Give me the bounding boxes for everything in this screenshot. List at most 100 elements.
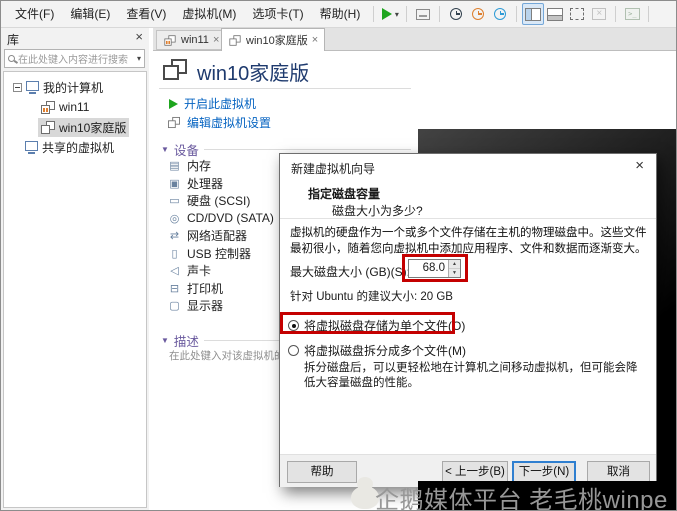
tree-item-win10-home[interactable]: win10家庭版 [4,117,146,137]
device-row-printer[interactable]: ⊟ 打印机 [167,280,274,298]
menu-edit[interactable]: 编辑(E) [62,1,118,27]
computer-icon [26,81,39,94]
sound-card-icon: ◁ [170,265,179,278]
device-row-processor[interactable]: ▣ 处理器 [167,175,274,193]
device-row-cd-dvd[interactable]: ◎ CD/DVD (SATA) [167,210,274,228]
device-row-network-adapter[interactable]: ⇄ 网络适配器 [167,227,274,245]
play-icon [169,98,178,109]
device-list: ▤ 内存 ▣ 处理器 ▭ 硬盘 (SCSI) ◎ CD/DVD (SATA) ⇄ 网络适配… [167,157,274,315]
thumbnail-bar-toggle-button[interactable] [544,3,566,25]
toolbar-separator [615,6,617,22]
edit-vm-settings-link[interactable]: 编辑虚拟机设置 [167,114,271,131]
menu-file[interactable]: 文件(F) [7,1,62,27]
radio-checked-icon[interactable] [288,320,299,331]
device-label: 显示器 [187,299,224,314]
spinner-up-icon[interactable]: ▲ [449,260,460,269]
tab-label: win11 [181,34,209,46]
tab-win10-home[interactable]: win10家庭版 × [221,28,326,51]
tree-item-my-computer[interactable]: 我的计算机 [4,77,146,97]
help-button[interactable]: 帮助 [287,461,357,483]
tree-item-label: win10家庭版 [59,120,127,135]
power-on-vm-link[interactable]: 开启此虚拟机 [169,95,256,112]
unity-mode-icon: × [592,8,607,20]
search-placeholder: 在此处键入内容进行搜索 [18,55,128,66]
dialog-close-icon[interactable]: × [635,157,644,174]
revert-snapshot-icon [472,8,485,20]
spinner-down-icon[interactable]: ▼ [449,269,460,277]
menu-view[interactable]: 查看(V) [118,1,174,27]
unity-mode-button[interactable]: × [588,3,610,25]
radio-single-file-label: 将虚拟磁盘存储为单个文件(O) [304,319,466,333]
device-row-display[interactable]: ▢ 显示器 [167,297,274,315]
radio-store-single-file[interactable]: 将虚拟磁盘存储为单个文件(O) [288,317,465,334]
library-header: 库 × [1,28,149,48]
tree-item-win11[interactable]: win11 [4,97,146,117]
hard-disk-icon: ▭ [169,195,180,208]
network-adapter-icon: ⇄ [169,230,180,243]
toolbar-separator [406,6,408,22]
max-disk-size-spinner[interactable]: 68.0 ▲ ▼ [408,259,461,278]
max-disk-size-value[interactable]: 68.0 [409,260,448,277]
radio-unchecked-icon[interactable] [288,345,299,356]
printer-icon: ⊟ [169,282,180,295]
thumbnail-bar-toggle-icon [547,7,564,21]
radio-split-multiple-files[interactable]: 将虚拟磁盘拆分成多个文件(M) [288,342,466,359]
divider [159,88,411,89]
device-label: 网络适配器 [187,229,248,244]
watermark-text: 企鹅媒体平台 老毛桃winpe [375,487,668,511]
menu-bar: 文件(F) 编辑(E) 查看(V) 虚拟机(M) 选项卡(T) 帮助(H) ▾ [1,1,676,28]
library-sidebar: 库 × 在此处键入内容进行搜索 ▾ 我的计算机 win11 win10家庭版 共… [1,28,149,510]
take-snapshot-button[interactable] [445,3,467,25]
tab-win11[interactable]: win11 × [156,30,227,50]
tab-close-icon[interactable]: × [213,34,219,46]
tab-close-icon[interactable]: × [312,34,318,46]
revert-snapshot-button[interactable] [467,3,489,25]
shared-computer-icon [25,141,38,154]
vm-icon [41,120,55,134]
device-row-usb-controller[interactable]: ▯ USB 控制器 [167,245,274,263]
dialog-title: 新建虚拟机向导 [291,162,376,176]
device-row-memory[interactable]: ▤ 内存 [167,157,274,175]
device-label: USB 控制器 [187,246,252,261]
fullscreen-button[interactable] [566,3,588,25]
console-view-button[interactable]: >_ [621,3,643,25]
library-search-input[interactable]: 在此处键入内容进行搜索 ▾ [4,49,145,68]
device-row-hard-disk[interactable]: ▭ 硬盘 (SCSI) [167,192,274,210]
vmware-workstation-window: 文件(F) 编辑(E) 查看(V) 虚拟机(M) 选项卡(T) 帮助(H) ▾ [0,0,677,511]
cpu-icon: ▣ [169,177,180,190]
description-placeholder[interactable]: 在此处键入对该虚拟机的描 [169,348,295,363]
manage-snapshots-button[interactable] [489,3,511,25]
search-dropdown-icon[interactable]: ▾ [137,54,141,63]
device-row-sound-card[interactable]: ◁ 声卡 [167,262,274,280]
library-panel-toggle-button[interactable] [522,3,545,25]
vm-icon [229,34,241,46]
toolbar-separator [439,6,441,22]
dialog-heading: 指定磁盘容量 [308,187,381,201]
vm-icon [163,59,187,80]
device-label: CD/DVD (SATA) [187,211,274,226]
collapse-arrow-icon: ▼ [161,336,169,345]
menu-tabs[interactable]: 选项卡(T) [244,1,311,27]
library-panel-toggle-icon [525,7,542,21]
send-ctrl-alt-del-button[interactable] [412,3,434,25]
split-disk-note: 拆分磁盘后，可以更轻松地在计算机之间移动虚拟机，但可能会降低大容量磁盘的性能。 [304,362,638,389]
toolbar-separator [516,6,518,22]
tab-bar: win11 × win10家庭版 × [153,28,676,51]
device-label: 处理器 [187,176,224,191]
collapse-icon[interactable] [13,82,22,92]
menu-vm[interactable]: 虚拟机(M) [174,1,244,27]
send-ctrl-alt-del-icon [416,8,431,20]
menu-help[interactable]: 帮助(H) [312,1,369,27]
take-snapshot-icon [450,8,463,20]
vm-settings-icon [168,116,180,129]
dialog-body-text: 虚拟机的硬盘作为一个或多个文件存储在主机的物理磁盘中。这些文件最初很小，随着您向… [290,227,647,255]
power-on-button[interactable]: ▾ [379,3,401,25]
tree-item-shared-vms[interactable]: 共享的虚拟机 [4,137,146,157]
divider [203,149,411,150]
usb-controller-icon: ▯ [171,247,178,260]
library-close-icon[interactable]: × [135,29,143,44]
radio-split-files-label: 将虚拟磁盘拆分成多个文件(M) [304,344,466,358]
fullscreen-icon [570,8,585,20]
library-title: 库 [7,33,20,47]
tree-item-label: win11 [59,100,90,114]
